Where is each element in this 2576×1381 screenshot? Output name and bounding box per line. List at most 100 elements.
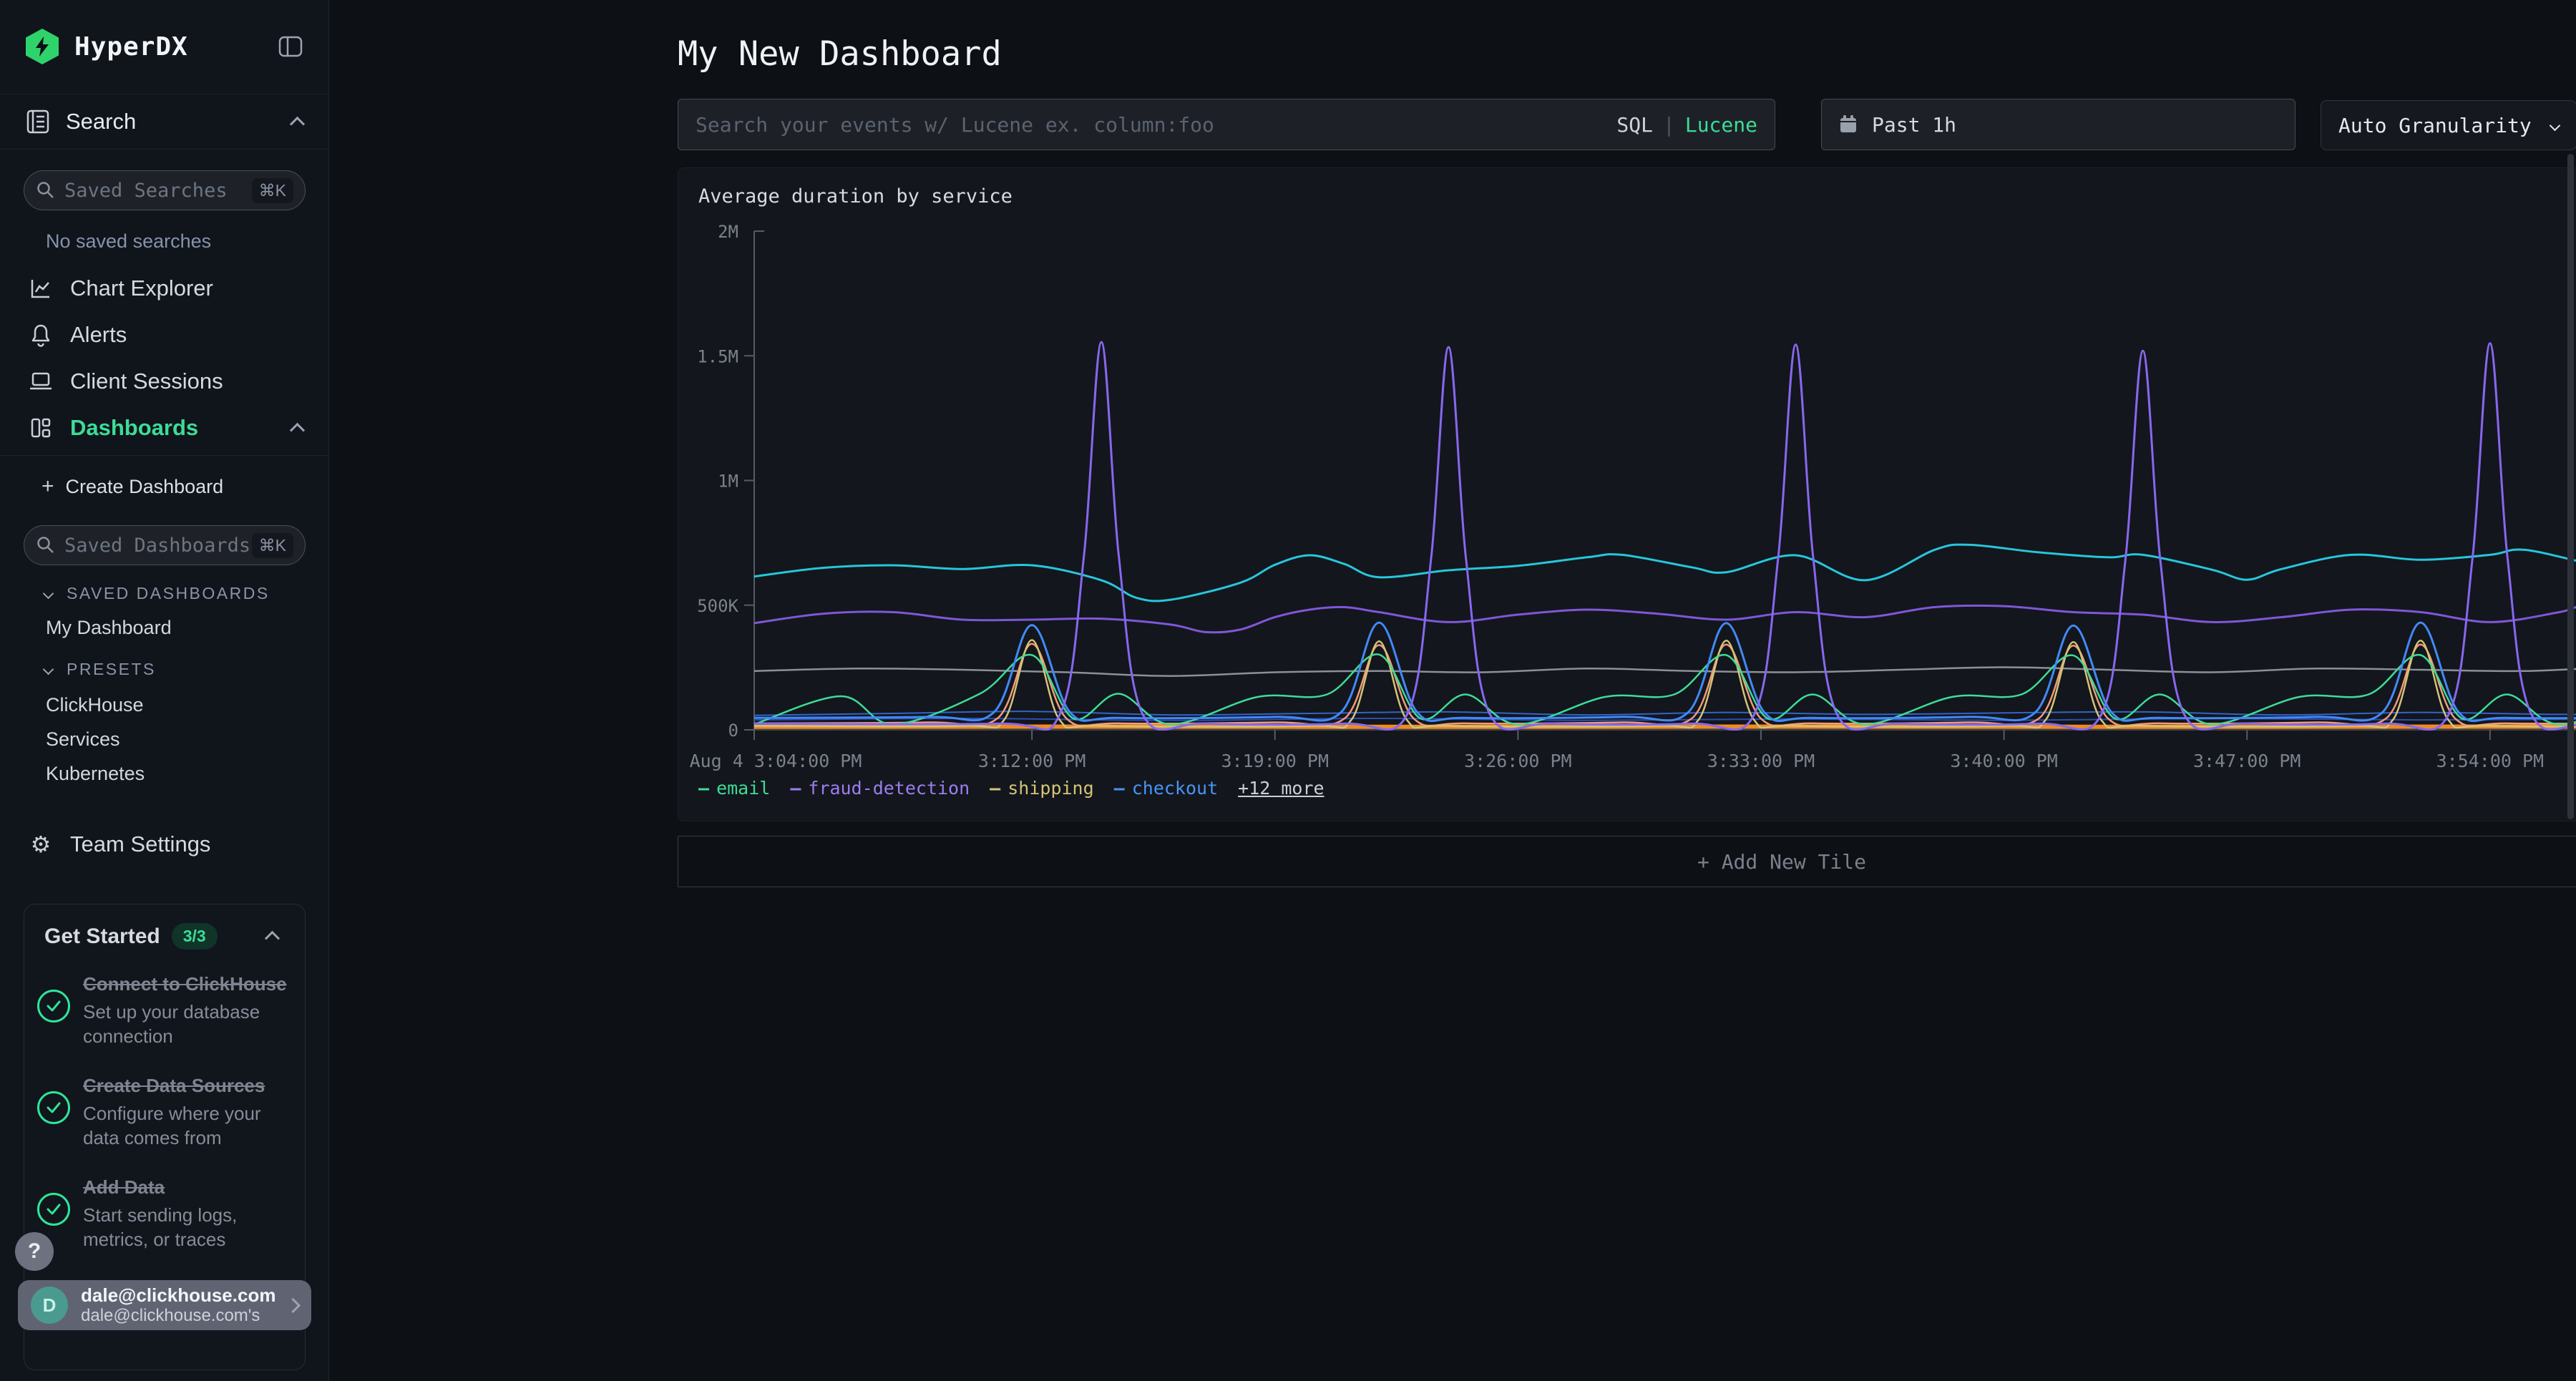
dashboards-grid-icon xyxy=(26,416,56,439)
sql-toggle[interactable]: SQL xyxy=(1616,113,1653,137)
series-checkout xyxy=(754,613,2576,721)
nav-label: Chart Explorer xyxy=(70,275,213,301)
legend-label: shipping xyxy=(1008,778,1093,799)
chart-legend: —email—fraud-detection—shipping—checkout… xyxy=(698,778,1324,799)
query-language-toggle: SQL | Lucene xyxy=(1616,113,1757,137)
nav-label: Dashboards xyxy=(70,415,198,441)
y-axis-label: 500K xyxy=(697,596,738,616)
granularity-value: Auto Granularity xyxy=(2338,114,2532,137)
sidebar-section-search[interactable]: Search xyxy=(0,94,328,150)
granularity-select[interactable]: Auto Granularity xyxy=(2321,100,2576,150)
legend-item-checkout[interactable]: —checkout xyxy=(1114,778,1218,799)
saved-dashboards-field[interactable] xyxy=(64,535,252,557)
saved-searches-input[interactable]: ⌘K xyxy=(24,170,306,210)
check-circle-icon xyxy=(37,1091,70,1124)
main-content: My New Dashboard SQL|Lucene Past 1h Auto… xyxy=(329,0,2576,1381)
task-title: Add Data xyxy=(83,1174,288,1200)
toggle-divider: | xyxy=(1663,113,1675,137)
scrollbar-thumb[interactable] xyxy=(2567,154,2574,819)
y-axis-label: 0 xyxy=(728,721,738,741)
saved-searches-field[interactable] xyxy=(64,180,252,202)
legend-label: fraud-detection xyxy=(808,778,970,799)
x-axis-label: 3:54:00 PM xyxy=(2436,751,2545,771)
team-settings-label: Team Settings xyxy=(70,831,210,857)
user-org: dale@clickhouse.com's xyxy=(81,1306,275,1326)
get-started-header[interactable]: Get Started 3/3 xyxy=(24,904,305,957)
y-axis-label: 1M xyxy=(718,472,738,492)
add-new-tile-button[interactable]: + Add New Tile xyxy=(678,836,2576,887)
logo-row: HyperDX xyxy=(0,0,328,93)
chevron-right-icon xyxy=(286,1297,301,1312)
check-circle-icon xyxy=(37,990,70,1023)
tile-title: Average duration by service xyxy=(698,185,1013,208)
y-axis-label: 1.5M xyxy=(697,346,738,366)
series-fraud-detection xyxy=(754,258,2576,730)
sidebar-item-kubernetes[interactable]: Kubernetes xyxy=(46,763,145,785)
get-started-item-connect[interactable]: Connect to ClickHouse Set up your databa… xyxy=(24,957,305,1058)
search-icon xyxy=(36,535,56,555)
search-section-label: Search xyxy=(66,109,136,135)
help-button[interactable]: ? xyxy=(15,1232,54,1271)
time-range-picker[interactable]: Past 1h xyxy=(1821,99,2296,150)
task-title: Create Data Sources xyxy=(83,1073,288,1098)
chevron-up-icon[interactable] xyxy=(290,422,305,437)
task-description: Set up your database connection xyxy=(83,1000,288,1048)
sidebar-item-client-sessions[interactable]: Client Sessions xyxy=(0,358,328,404)
hyperdx-logo-icon xyxy=(26,29,59,64)
legend-swatch: — xyxy=(698,778,709,799)
sidebar-item-clickhouse[interactable]: ClickHouse xyxy=(46,694,144,716)
app-window: HyperDX Search xyxy=(0,0,2576,1381)
get-started-title: Get Started xyxy=(44,924,160,949)
x-axis-label: 3:40:00 PM xyxy=(1950,751,2058,771)
app-logo-text: HyperDX xyxy=(74,32,188,62)
chart-explorer-icon xyxy=(26,277,56,300)
calendar-icon xyxy=(1838,114,1859,135)
x-axis-label: Aug 4 3:04:00 PM xyxy=(690,751,862,771)
time-range-value: Past 1h xyxy=(1872,113,1956,137)
sidebar-item-team-settings[interactable]: ⚙ Team Settings xyxy=(0,821,328,867)
legend-swatch: — xyxy=(790,778,801,799)
get-started-item-sources[interactable]: Create Data Sources Configure where your… xyxy=(24,1058,305,1160)
search-icon xyxy=(36,180,56,200)
saved-dashboards-section-toggle[interactable]: SAVED DASHBOARDS xyxy=(44,584,270,603)
sidebar-item-my-dashboard[interactable]: My Dashboard xyxy=(46,617,172,639)
check-circle-icon xyxy=(37,1193,70,1226)
sidebar-item-services[interactable]: Services xyxy=(46,728,120,751)
bell-icon xyxy=(26,323,56,347)
divider xyxy=(0,455,328,456)
chevron-up-icon[interactable] xyxy=(265,931,280,946)
task-description: Start sending logs, metrics, or traces xyxy=(83,1203,288,1251)
get-started-item-add-data[interactable]: Add Data Start sending logs, metrics, or… xyxy=(24,1160,305,1262)
event-search-input[interactable] xyxy=(696,113,1616,137)
saved-dashboards-input[interactable]: ⌘K xyxy=(24,525,306,565)
legend-label: checkout xyxy=(1132,778,1218,799)
task-title: Connect to ClickHouse xyxy=(83,971,288,997)
chevron-up-icon[interactable] xyxy=(290,116,305,131)
y-axis-label: 2M xyxy=(718,222,738,242)
sidebar-item-alerts[interactable]: Alerts xyxy=(0,312,328,358)
event-search-bar[interactable]: SQL | Lucene xyxy=(678,99,1775,150)
legend-more-link[interactable]: +12 more xyxy=(1238,778,1324,799)
x-axis-label: 3:47:00 PM xyxy=(2193,751,2301,771)
gear-icon: ⚙ xyxy=(26,831,56,858)
legend-item-fraud-detection[interactable]: — fraud-detection xyxy=(790,778,970,799)
plus-icon: + xyxy=(42,474,54,499)
legend-item-shipping[interactable]: —shipping xyxy=(990,778,1093,799)
nav-label: Client Sessions xyxy=(70,369,223,394)
lucene-toggle[interactable]: Lucene xyxy=(1685,113,1757,137)
sidebar-item-dashboards[interactable]: Dashboards xyxy=(0,405,328,451)
create-dashboard-button[interactable]: + Create Dashboard xyxy=(42,474,223,499)
legend-item-email[interactable]: —email xyxy=(698,778,770,799)
collapse-sidebar-button[interactable] xyxy=(278,36,303,57)
panel-left-icon xyxy=(278,36,303,57)
series-other-gray xyxy=(754,668,2576,676)
no-saved-searches-note: No saved searches xyxy=(46,230,211,253)
user-account-button[interactable]: D dale@clickhouse.com dale@clickhouse.co… xyxy=(18,1280,311,1330)
presets-section-toggle[interactable]: PRESETS xyxy=(44,660,156,679)
task-description: Configure where your data comes from xyxy=(83,1101,288,1150)
x-axis-label: 3:33:00 PM xyxy=(1707,751,1815,771)
shortcut-badge: ⌘K xyxy=(252,178,293,203)
line-chart: 0500K1M1.5M2MAug 4 3:04:00 PM3:12:00 PM3… xyxy=(678,168,2576,821)
sidebar-item-chart-explorer[interactable]: Chart Explorer xyxy=(0,265,328,311)
dashboard-tile-average-duration[interactable]: 0500K1M1.5M2MAug 4 3:04:00 PM3:12:00 PM3… xyxy=(678,167,2576,821)
